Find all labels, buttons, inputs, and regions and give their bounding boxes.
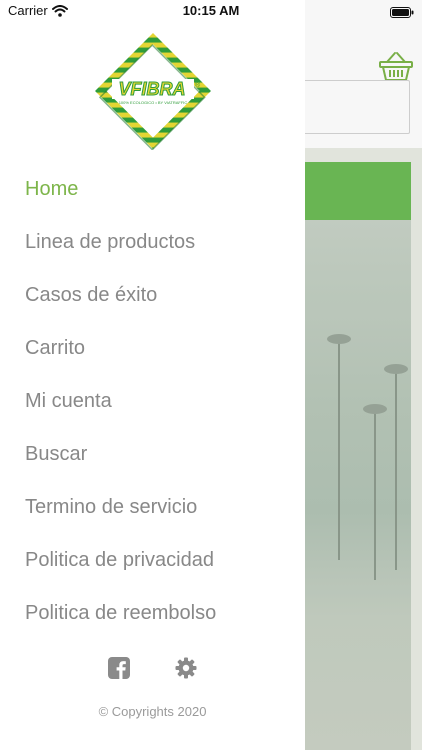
drawer-menu: Home Linea de productos Casos de éxito C… xyxy=(0,163,305,640)
menu-item-carrito[interactable]: Carrito xyxy=(0,322,305,375)
vfibra-logo: VFIBRA ® 100% ECOLOGICO • BY VIATRAFFIC xyxy=(94,32,212,151)
copyright-text: © Copyrights 2020 xyxy=(98,704,207,719)
menu-item-politica-de-privacidad[interactable]: Politica de privacidad xyxy=(0,534,305,587)
logo-tagline: 100% ECOLOGICO • BY VIATRAFFIC xyxy=(119,100,188,105)
side-drawer: VFIBRA ® 100% ECOLOGICO • BY VIATRAFFIC … xyxy=(0,0,305,750)
menu-item-politica-de-reembolso[interactable]: Politica de reembolso xyxy=(0,587,305,640)
gear-icon[interactable] xyxy=(175,657,197,679)
status-time: 10:15 AM xyxy=(182,3,240,18)
drawer-footer-icons xyxy=(0,656,305,684)
logo-registered-mark: ® xyxy=(195,81,201,89)
menu-item-casos-de-exito[interactable]: Casos de éxito xyxy=(0,269,305,322)
background-dim-overlay[interactable] xyxy=(300,0,422,750)
logo-brand-text: VFIBRA xyxy=(119,79,186,99)
menu-item-mi-cuenta[interactable]: Mi cuenta xyxy=(0,375,305,428)
menu-item-termino-de-servicio[interactable]: Termino de servicio xyxy=(0,481,305,534)
menu-item-buscar[interactable]: Buscar xyxy=(0,428,305,481)
status-bar: Carrier 10:15 AM xyxy=(0,0,422,22)
menu-item-home[interactable]: Home xyxy=(0,163,305,216)
battery-icon xyxy=(390,5,414,18)
facebook-icon[interactable] xyxy=(108,657,130,679)
menu-item-linea-de-productos[interactable]: Linea de productos xyxy=(0,216,305,269)
